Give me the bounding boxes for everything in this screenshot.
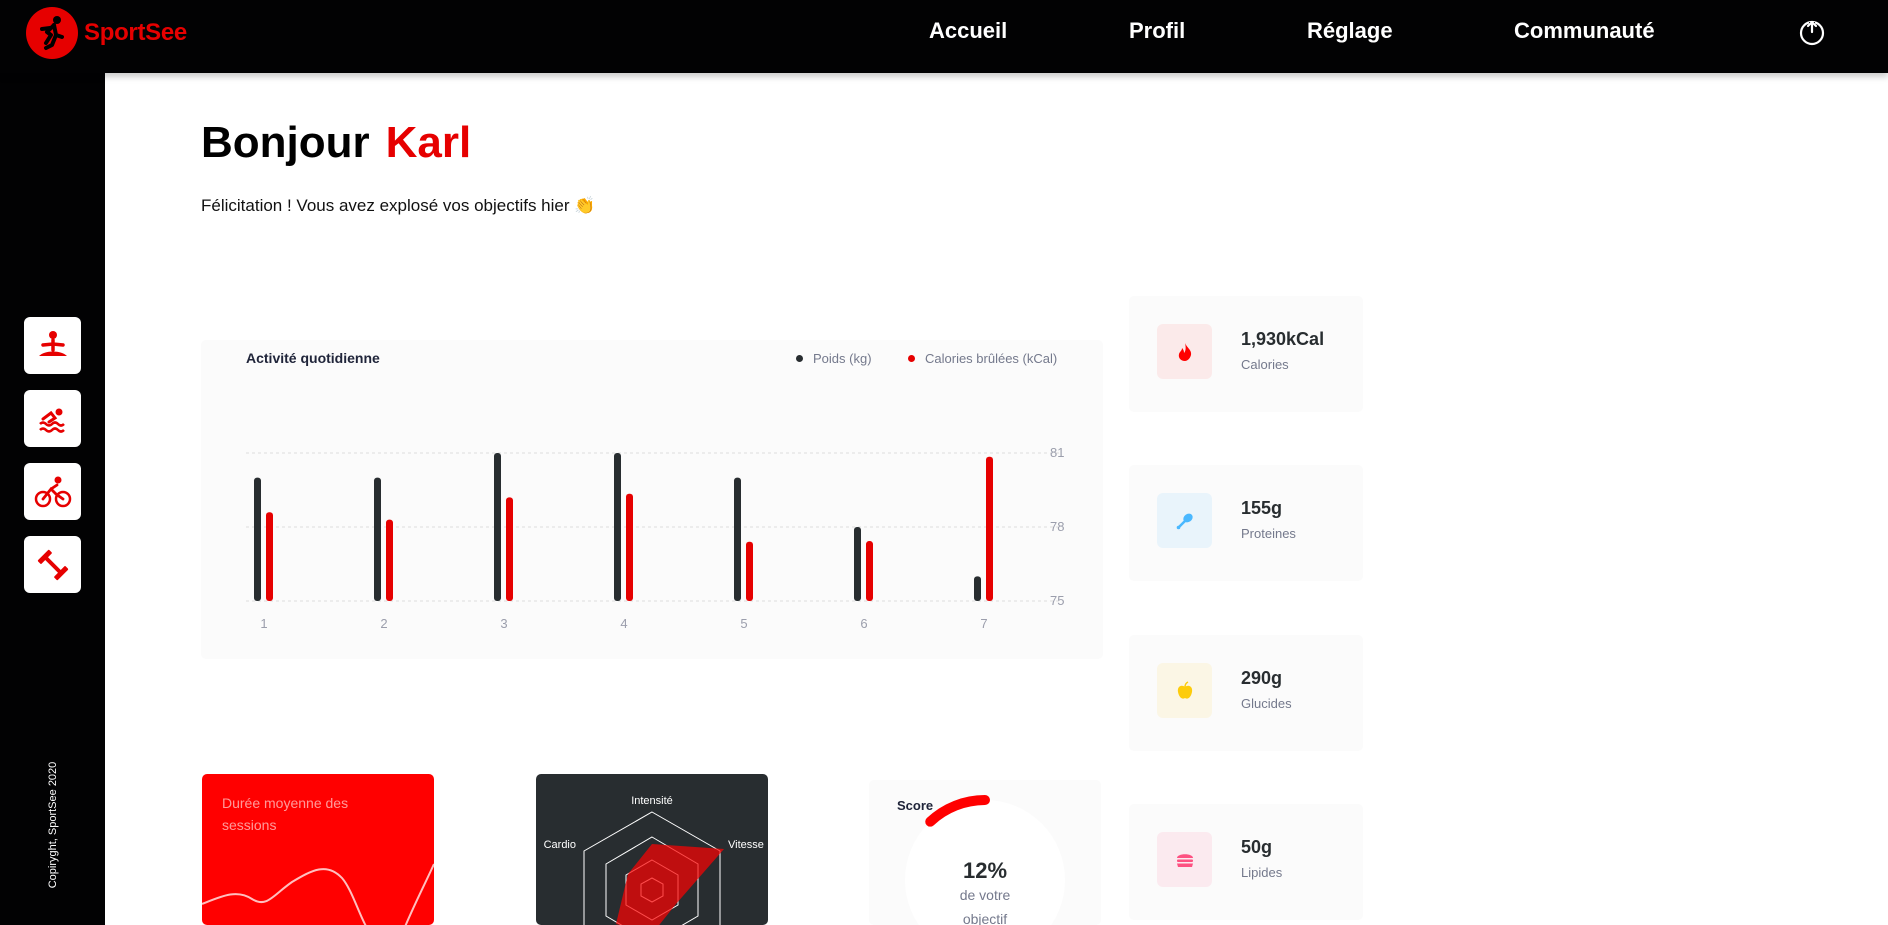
weight-bar [494, 453, 501, 601]
score-text-line2: objectif [962, 911, 1008, 925]
activity-chart-card: Activité quotidienne Poids (kg) Calories… [201, 340, 1103, 659]
calories-bar [986, 456, 993, 601]
sidebar-item-yoga[interactable] [24, 317, 81, 374]
weight-bar [734, 477, 741, 601]
sidebar: Copiryght, SportSee 2020 [0, 73, 105, 925]
kpi-calories-label: Calories [1241, 357, 1289, 372]
top-navbar: SportSee Accueil Profil Réglage Communau… [0, 0, 1888, 73]
kpi-card-glucides: 290g Glucides [1129, 635, 1363, 751]
weight-bar [614, 453, 621, 601]
x-tick-label: 4 [620, 616, 627, 631]
calories-bar [386, 519, 393, 601]
user-name: Karl [385, 118, 472, 167]
nav-accueil[interactable]: Accueil [929, 18, 1007, 44]
kpi-glucides-value: 290g [1241, 668, 1283, 688]
weight-bar [974, 576, 981, 601]
sidebar-item-bike[interactable] [24, 463, 81, 520]
chicken-icon [1157, 493, 1212, 548]
kpi-proteines-label: Proteines [1241, 526, 1296, 541]
x-tick-label: 2 [380, 616, 387, 631]
activity-bar-chart: 75 78 81 1 2 3 4 5 6 7 [246, 445, 1064, 631]
fire-icon [1157, 324, 1212, 379]
x-tick-label: 7 [980, 616, 987, 631]
burger-icon [1157, 832, 1212, 887]
score-text-line1: de votre [959, 887, 1011, 903]
swim-icon [38, 408, 65, 433]
performance-radar-chart: Intensité Vitesse Cardio [544, 795, 764, 925]
page-title: Bonjour Karl [201, 118, 471, 168]
yoga-icon [38, 330, 67, 356]
nav-profil[interactable]: Profil [1129, 18, 1185, 44]
kpi-glucides-label: Glucides [1241, 696, 1292, 711]
calories-bar [266, 512, 273, 601]
weight-bar [254, 477, 261, 601]
nav-reglage[interactable]: Réglage [1307, 18, 1393, 44]
power-icon[interactable] [1798, 18, 1826, 51]
calories-bar [506, 497, 513, 601]
y-tick-label: 81 [1050, 445, 1064, 460]
sidebar-item-swim[interactable] [24, 390, 81, 447]
kpi-proteines-value: 155g [1241, 498, 1283, 518]
radar-label-cardio: Cardio [544, 839, 576, 851]
weight-bar [854, 527, 861, 601]
sidebar-item-dumbbell[interactable] [24, 536, 81, 593]
radar-label-intensite: Intensité [631, 795, 673, 807]
apple-icon [1157, 663, 1212, 718]
y-tick-label: 78 [1050, 519, 1064, 534]
score-percent: 12% [962, 858, 1008, 883]
score-radial-chart [905, 795, 1065, 925]
weight-bar [374, 477, 381, 601]
score-card: Score 12% de votre objectif [869, 780, 1101, 925]
calories-bar [746, 541, 753, 601]
x-tick-label: 3 [500, 616, 507, 631]
nav-communaute[interactable]: Communauté [1514, 18, 1655, 44]
x-tick-label: 1 [260, 616, 267, 631]
kpi-card-calories: 1,930kCal Calories [1129, 296, 1363, 412]
copyright-text: Copiryght, SportSee 2020 [47, 761, 59, 889]
app-name: SportSee [84, 19, 187, 46]
calories-bar [866, 541, 873, 601]
session-duration-line [202, 863, 434, 925]
congrats-message: Félicitation ! Vous avez explosé vos obj… [201, 196, 596, 215]
session-duration-line-chart [202, 863, 434, 925]
kpi-lipides-value: 50g [1241, 837, 1273, 857]
kpi-calories-value: 1,930kCal [1241, 329, 1325, 349]
dumbbell-icon [37, 549, 68, 580]
bike-icon [34, 476, 71, 507]
kpi-lipides-label: Lipides [1241, 865, 1283, 880]
x-tick-label: 5 [740, 616, 747, 631]
kpi-card-proteines: 155g Proteines [1129, 465, 1363, 581]
radar-data-area [616, 844, 724, 925]
calories-bar [626, 493, 633, 601]
greeting-text: Bonjour [201, 118, 370, 167]
kpi-card-lipides: 50g Lipides [1129, 804, 1363, 920]
session-duration-card: Durée moyenne des sessions [202, 774, 434, 925]
runner-logo-icon [26, 7, 78, 59]
x-tick-label: 6 [860, 616, 867, 631]
y-tick-label: 75 [1050, 593, 1064, 608]
app-logo[interactable]: SportSee [26, 7, 187, 59]
radar-label-vitesse: Vitesse [728, 839, 764, 851]
performance-radar-card: Intensité Vitesse Cardio [536, 774, 768, 925]
